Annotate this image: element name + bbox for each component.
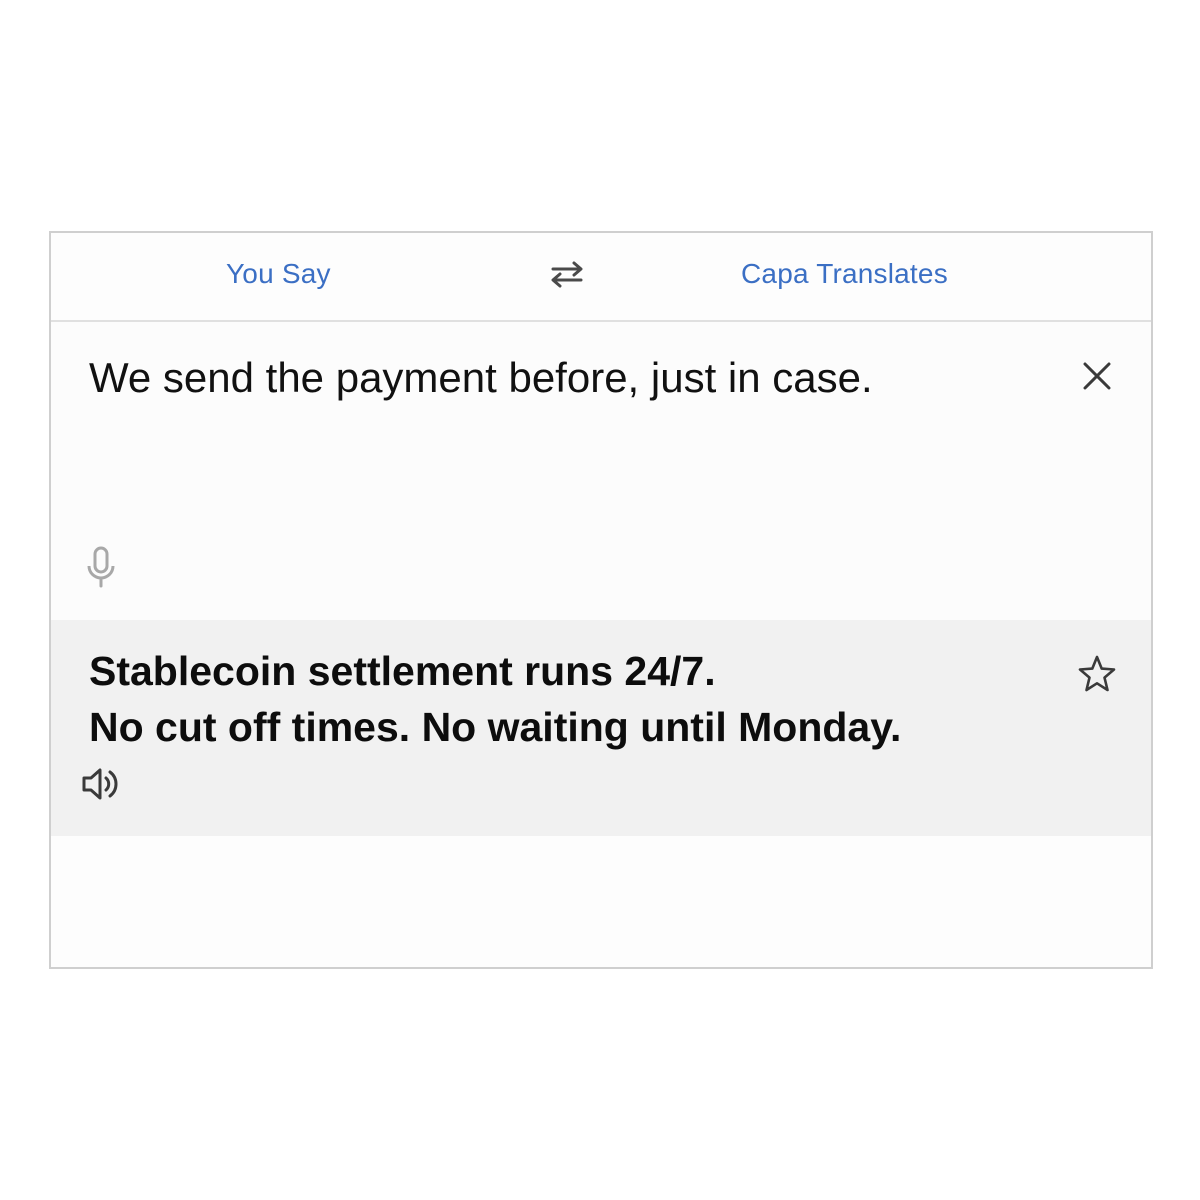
blank-area: [51, 836, 1151, 967]
source-text-input[interactable]: We send the payment before, just in case…: [89, 354, 873, 402]
microphone-icon[interactable]: [85, 546, 117, 590]
translation-line-2: No cut off times. No waiting until Monda…: [89, 704, 902, 750]
target-language-button[interactable]: Capa Translates: [741, 258, 948, 290]
language-bar: You Say Capa Translates: [51, 233, 1151, 322]
swap-arrows-icon[interactable]: [547, 258, 587, 290]
speaker-icon[interactable]: [81, 766, 121, 802]
source-language-button[interactable]: You Say: [226, 258, 331, 290]
translation-line-1: Stablecoin settlement runs 24/7.: [89, 648, 716, 694]
close-icon[interactable]: [1079, 358, 1115, 394]
input-panel[interactable]: We send the payment before, just in case…: [51, 322, 1151, 620]
output-panel: Stablecoin settlement runs 24/7. No cut …: [51, 620, 1151, 836]
translation-card: You Say Capa Translates We send the paym…: [49, 231, 1153, 969]
star-icon[interactable]: [1077, 654, 1117, 694]
